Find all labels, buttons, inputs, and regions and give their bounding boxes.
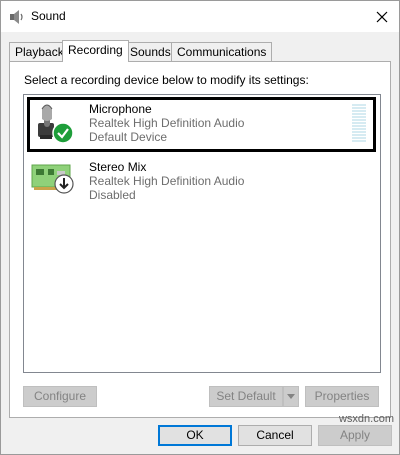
ok-button[interactable]: OK — [158, 425, 232, 446]
cancel-button[interactable]: Cancel — [238, 425, 312, 446]
close-icon — [376, 11, 388, 22]
device-status: Disabled — [89, 188, 136, 202]
speaker-icon — [9, 9, 25, 25]
set-default-button[interactable]: Set Default — [209, 386, 283, 407]
close-button[interactable] — [365, 1, 399, 32]
down-arrow-circle-icon — [54, 174, 74, 197]
tab-sounds[interactable]: Sounds — [124, 42, 177, 61]
chevron-down-icon — [287, 394, 295, 399]
device-item-stereo-mix[interactable]: Stereo Mix Realtek High Definition Audio… — [24, 153, 380, 211]
tab-playback[interactable]: Playback — [9, 42, 70, 61]
title-bar[interactable]: Sound — [1, 1, 399, 32]
window-title: Sound — [31, 9, 66, 23]
set-default-dropdown[interactable] — [283, 386, 299, 407]
tab-communications[interactable]: Communications — [171, 42, 273, 61]
device-list[interactable]: Microphone Realtek High Definition Audio… — [23, 94, 381, 373]
sound-dialog: Sound Playback Recording Sounds Communic… — [0, 0, 400, 455]
tab-recording[interactable]: Recording — [62, 40, 129, 62]
device-name: Stereo Mix — [89, 160, 147, 174]
recording-panel: Select a recording device below to modif… — [9, 61, 391, 418]
properties-button[interactable]: Properties — [305, 386, 379, 407]
apply-button[interactable]: Apply — [318, 425, 392, 446]
device-driver: Realtek High Definition Audio — [89, 174, 245, 188]
device-item-microphone[interactable]: Microphone Realtek High Definition Audio… — [24, 95, 380, 153]
configure-button[interactable]: Configure — [23, 386, 97, 407]
highlight-frame — [27, 97, 376, 152]
instruction-text: Select a recording device below to modif… — [24, 73, 309, 87]
watermark: wsxdn.com — [338, 413, 394, 425]
